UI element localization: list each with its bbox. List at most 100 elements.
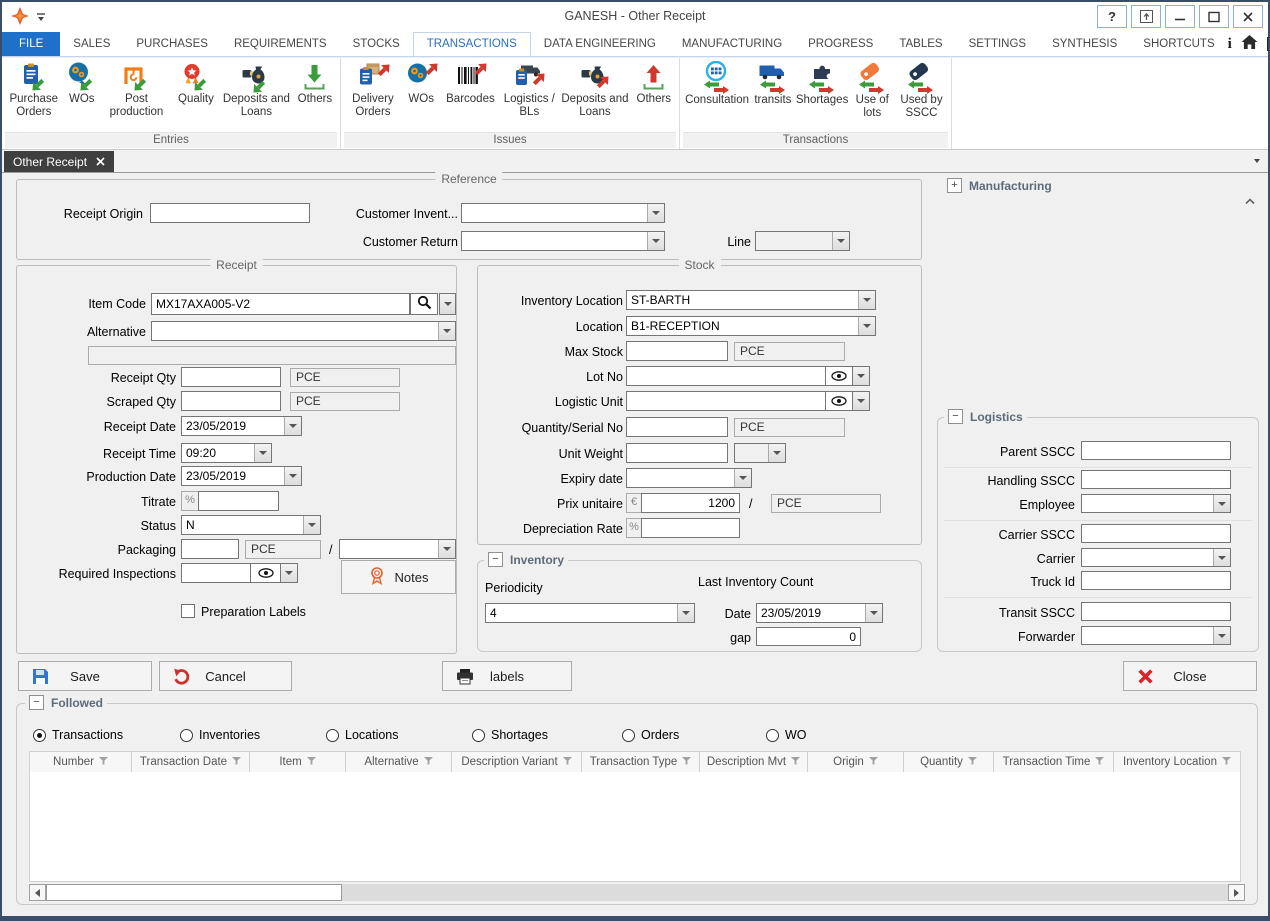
parent-sscc-input[interactable] [1081,441,1231,460]
ribbon-item-shortages[interactable]: Shortages [795,61,850,107]
carrier-sscc-input[interactable] [1081,524,1231,543]
collapse-ribbon-icon[interactable] [1244,192,1256,210]
chevron-down-icon[interactable] [284,467,301,485]
chevron-down-icon[interactable] [284,417,301,435]
help-button[interactable]: ? [1097,5,1127,28]
production-date-picker[interactable]: 23/05/2019 [181,466,302,486]
receipt-date-picker[interactable]: 23/05/2019 [181,416,302,436]
tab-sales[interactable]: SALES [60,32,123,56]
save-button[interactable]: Save [18,661,152,691]
customer-return-combo[interactable] [461,231,665,251]
chevron-down-icon[interactable] [647,232,664,250]
labels-button[interactable]: labels [442,661,572,691]
quantity-serial-input[interactable] [626,417,728,437]
max-stock-input[interactable] [626,341,728,361]
ribbon-item-used-by-sscc[interactable]: Used by SSCC [895,61,948,120]
filter-icon[interactable] [791,756,800,768]
item-code-dropdown[interactable] [439,293,456,315]
ribbon-item-deposits-loans-entry[interactable]: Deposits and Loans [220,61,293,119]
required-inspections-dropdown[interactable] [280,563,298,583]
chevron-down-icon[interactable] [768,444,785,462]
filter-icon[interactable] [99,756,108,768]
column-header-transaction-time[interactable]: Transaction Time [994,752,1114,772]
chevron-down-icon[interactable] [438,540,455,558]
logistic-unit-input[interactable] [626,391,826,411]
filter-icon[interactable] [682,756,691,768]
column-header-transaction-type[interactable]: Transaction Type [582,752,700,772]
scroll-left-button[interactable] [29,884,46,901]
notes-button[interactable]: Notes [341,560,456,594]
ribbon-pin-button[interactable] [1131,5,1161,28]
ribbon-item-consultation[interactable]: Consultation [683,61,751,107]
table-body[interactable] [29,772,1241,882]
chevron-down-icon[interactable] [647,204,664,222]
chevron-down-icon[interactable] [865,604,882,622]
column-header-item[interactable]: Item [250,752,346,772]
document-tab-other-receipt[interactable]: Other Receipt [4,151,114,172]
tab-transactions[interactable]: TRANSACTIONS [413,32,531,56]
filter-radio-inventories[interactable]: Inventories [180,728,260,742]
chevron-down-icon[interactable] [1213,495,1230,512]
column-header-transaction-date[interactable]: Transaction Date [132,752,250,772]
chevron-down-icon[interactable] [1213,549,1230,566]
tab-requirements[interactable]: REQUIREMENTS [221,32,340,56]
ribbon-item-barcodes[interactable]: Barcodes [441,61,501,106]
tab-data-engineering[interactable]: DATA ENGINEERING [531,32,669,56]
carrier-combo[interactable] [1081,548,1231,567]
chevron-down-icon[interactable] [853,392,869,410]
filter-radio-transactions[interactable]: Transactions [33,728,123,742]
filter-radio-locations[interactable]: Locations [326,728,399,742]
employee-combo[interactable] [1081,494,1231,513]
packaging-qty-input[interactable] [181,539,239,559]
filter-icon[interactable] [424,756,433,768]
unit-price-input[interactable] [641,493,740,513]
home-icon[interactable] [1241,35,1258,54]
filter-icon[interactable] [968,756,977,768]
tab-file[interactable]: FILE [2,32,60,56]
inventory-location-combo[interactable]: ST-BARTH [626,290,876,310]
chevron-down-icon[interactable] [1213,627,1230,644]
chevron-down-icon[interactable] [853,367,869,385]
chevron-down-icon[interactable] [832,232,849,250]
close-button[interactable]: Close [1123,661,1257,691]
truck-id-input[interactable] [1081,571,1231,590]
minimize-button[interactable] [1165,5,1195,28]
ribbon-item-post-production[interactable]: Post production [101,61,172,119]
tab-list-caret-icon[interactable] [1254,159,1260,163]
filter-radio-orders[interactable]: Orders [622,728,679,742]
required-inspections-view-button[interactable] [250,563,281,583]
unit-weight-input[interactable] [626,443,728,463]
horizontal-scrollbar[interactable] [29,884,1245,901]
depreciation-rate-input[interactable] [641,518,740,538]
preparation-labels-checkbox[interactable] [181,604,195,618]
scrollbar-thumb[interactable] [46,884,342,901]
lot-no-view-button[interactable] [825,366,853,386]
logistic-unit-view-button[interactable] [825,391,853,411]
filter-icon[interactable] [1222,756,1231,768]
column-header-number[interactable]: Number [30,752,132,772]
gap-input[interactable] [756,627,861,646]
cancel-button[interactable]: Cancel [159,661,292,691]
tab-progress[interactable]: PROGRESS [795,32,886,56]
info-icon[interactable]: i [1228,36,1232,53]
scroll-right-button[interactable] [1228,884,1245,901]
chevron-down-icon[interactable] [858,317,875,335]
tab-stocks[interactable]: STOCKS [340,32,413,56]
chevron-down-icon[interactable] [858,291,875,309]
ribbon-item-wos-entry[interactable]: WOs [63,61,101,106]
tab-synthesis[interactable]: SYNTHESIS [1039,32,1130,56]
tab-manufacturing[interactable]: MANUFACTURING [669,32,795,56]
filter-icon[interactable] [307,756,316,768]
ribbon-item-wos-issue[interactable]: WOs [402,61,441,106]
close-window-button[interactable] [1233,5,1263,28]
ribbon-item-deposits-loans-issue[interactable]: Deposits and Loans [558,61,631,119]
filter-icon[interactable] [232,756,241,768]
column-header-alternative[interactable]: Alternative [346,752,452,772]
tab-tables[interactable]: TABLES [886,32,955,56]
ribbon-item-purchase-orders[interactable]: Purchase Orders [5,61,63,119]
required-inspections-input[interactable] [181,563,251,583]
chevron-down-icon[interactable] [440,294,455,314]
collapse-logistics-button[interactable]: − [948,409,963,424]
lot-no-dropdown[interactable] [852,366,870,386]
location-combo[interactable]: B1-RECEPTION [626,316,876,336]
